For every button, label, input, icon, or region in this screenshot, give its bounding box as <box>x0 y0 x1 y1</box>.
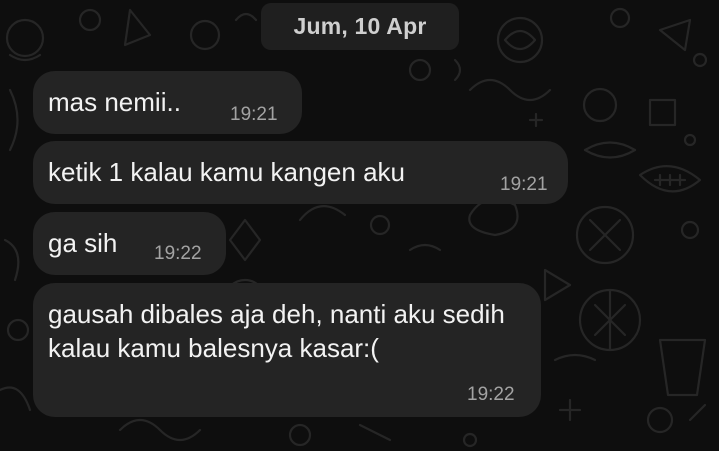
date-separator: Jum, 10 Apr <box>261 3 459 50</box>
message-text: gausah dibales aja deh, nanti aku sedih … <box>48 299 505 363</box>
chat-background: Jum, 10 Apr mas nemii.. 19:21 ketik 1 ka… <box>0 0 719 451</box>
message-bubble[interactable]: ketik 1 kalau kamu kangen aku 19:21 <box>33 141 568 204</box>
message-timestamp: 19:22 <box>154 243 202 264</box>
message-text: ketik 1 kalau kamu kangen aku <box>48 157 405 187</box>
message-bubble[interactable]: mas nemii.. 19:21 <box>33 71 302 134</box>
message-text: ga sih <box>48 228 118 258</box>
message-bubble[interactable]: gausah dibales aja deh, nanti aku sedih … <box>33 283 541 417</box>
message-timestamp: 19:21 <box>500 174 548 195</box>
message-timestamp: 19:21 <box>230 104 278 125</box>
message-text: mas nemii.. <box>48 87 181 117</box>
message-timestamp: 19:22 <box>467 384 515 405</box>
message-bubble[interactable]: ga sih 19:22 <box>33 212 226 275</box>
